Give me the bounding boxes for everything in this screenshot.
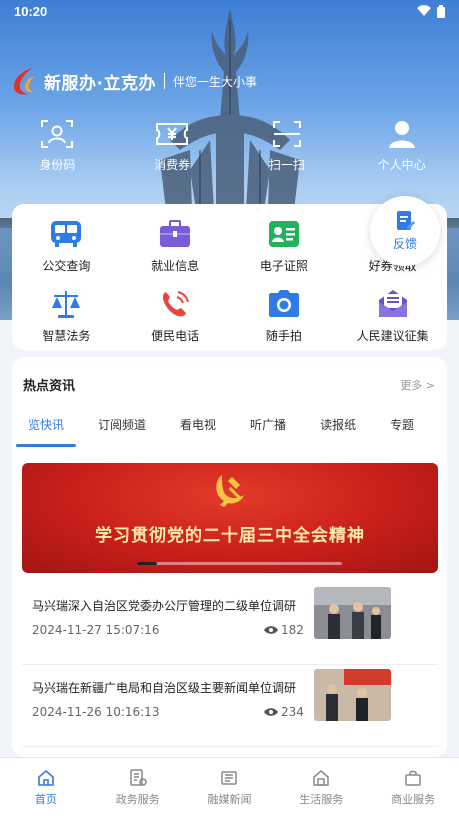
news-headline: 马兴瑞深入自治区党委办公厅管理的二级单位调研 <box>32 599 297 613</box>
quick-id-code[interactable]: 身份码 <box>0 118 115 173</box>
news-views: 234 <box>281 705 304 719</box>
service-bus-query[interactable]: 公交查询 <box>12 210 121 280</box>
brand-slogan: 伴您一生大小事 <box>172 74 257 89</box>
service-label: 随手拍 <box>265 328 302 343</box>
news-headline: 马兴瑞在新疆广电局和自治区级主要新闻单位调研 <box>32 681 297 695</box>
wifi-icon <box>417 5 431 16</box>
list-item[interactable]: 马兴瑞在新疆广电局和自治区级主要新闻单位调研 2024-11-26 10:16:… <box>22 665 438 747</box>
quick-label: 身份码 <box>39 158 76 172</box>
feedback-button[interactable]: 反馈 <box>370 196 440 266</box>
news-section: 热点资讯 更多 > 览快讯 订阅频道 看电视 听广播 读报纸 专题 学习贯彻党的… <box>12 357 447 757</box>
brand-title: 新服办·立克办 <box>44 73 156 94</box>
nav-life-service[interactable]: 生活服务 <box>275 758 367 817</box>
carousel-indicator <box>137 562 342 565</box>
briefcase-icon <box>160 219 191 247</box>
nav-label: 商业服务 <box>391 792 436 806</box>
sculpture-image <box>140 8 320 230</box>
mail-icon <box>378 289 407 317</box>
tab-tv[interactable]: 看电视 <box>180 416 216 447</box>
brand-logo-icon <box>13 68 35 95</box>
service-legal[interactable]: 智慧法务 <box>12 280 121 350</box>
news-views: 182 <box>281 623 304 637</box>
coupon-icon <box>156 123 189 145</box>
nav-gov-service[interactable]: 政务服务 <box>92 758 184 817</box>
news-title: 热点资讯 <box>23 379 76 394</box>
party-emblem-icon <box>216 475 244 507</box>
brand: 新服办·立克办 伴您一生大小事 <box>10 66 257 96</box>
service-suggestions[interactable]: 人民建议征集 <box>338 280 447 350</box>
service-label: 电子证照 <box>259 258 308 273</box>
service-snapshot[interactable]: 随手拍 <box>230 280 339 350</box>
quick-scan[interactable]: 扫一扫 <box>230 118 345 173</box>
feedback-label: 反馈 <box>392 237 417 251</box>
phone-icon <box>163 290 190 316</box>
service-hotline[interactable]: 便民电话 <box>121 280 230 350</box>
camera-icon <box>268 289 299 317</box>
service-label: 就业信息 <box>151 258 200 273</box>
list-item[interactable]: 马兴瑞深入自治区党委办公厅管理的二级单位调研 2024-11-27 15:07:… <box>22 583 438 665</box>
nav-business-service[interactable]: 商业服务 <box>367 758 459 817</box>
nav-media-news[interactable]: 融媒新闻 <box>184 758 276 817</box>
bottom-nav: 首页 政务服务 融媒新闻 生活服务 商业服务 <box>0 757 459 817</box>
tab-newspaper[interactable]: 读报纸 <box>320 416 356 447</box>
news-thumbnail <box>314 669 391 721</box>
status-time: 10:20 <box>14 3 48 19</box>
service-label: 人民建议征集 <box>356 328 429 343</box>
promo-banner[interactable]: 学习贯彻党的二十届三中全会精神 <box>22 463 438 573</box>
tab-subscribe[interactable]: 订阅频道 <box>98 416 146 447</box>
news-date: 2024-11-27 15:07:16 <box>32 623 160 637</box>
nav-home[interactable]: 首页 <box>0 758 92 817</box>
quick-label: 扫一扫 <box>268 158 305 172</box>
service-e-license[interactable]: 电子证照 <box>230 210 339 280</box>
user-icon <box>388 121 415 148</box>
service-label: 公交查询 <box>42 258 91 273</box>
news-icon <box>221 770 238 785</box>
nav-label: 首页 <box>34 792 57 806</box>
service-employment[interactable]: 就业信息 <box>121 210 230 280</box>
id-card-icon <box>268 220 299 247</box>
tab-special[interactable]: 专题 <box>390 416 414 447</box>
quick-label: 个人中心 <box>377 158 426 172</box>
gov-service-icon <box>129 768 147 786</box>
home-icon <box>38 769 54 786</box>
id-code-icon <box>41 120 74 148</box>
nav-label: 生活服务 <box>299 792 344 806</box>
nav-label: 融媒新闻 <box>207 792 252 806</box>
quick-label: 消费券 <box>154 158 191 172</box>
edit-note-icon <box>397 211 415 230</box>
news-more-link[interactable]: 更多 > <box>400 377 435 393</box>
shopping-bag-icon <box>405 770 421 786</box>
scan-icon <box>272 121 301 147</box>
eye-icon <box>264 708 278 716</box>
battery-icon <box>437 4 445 18</box>
bus-icon <box>51 220 82 247</box>
news-date: 2024-11-26 10:16:13 <box>32 705 160 719</box>
quick-user-center[interactable]: 个人中心 <box>344 118 459 173</box>
quick-actions: 身份码 消费券 扫一扫 个人中心 <box>0 118 459 173</box>
news-thumbnail <box>314 587 391 639</box>
tab-flash-news[interactable]: 览快讯 <box>15 416 77 447</box>
quick-coupon[interactable]: 消费券 <box>115 118 230 173</box>
tab-radio[interactable]: 听广播 <box>250 416 286 447</box>
service-label: 便民电话 <box>151 328 200 343</box>
status-bar: 10:20 <box>0 0 459 22</box>
service-label: 智慧法务 <box>42 328 91 343</box>
news-tabs: 览快讯 订阅频道 看电视 听广播 读报纸 专题 <box>12 416 447 447</box>
life-service-icon <box>313 769 330 786</box>
banner-text: 学习贯彻党的二十届三中全会精神 <box>95 526 365 546</box>
nav-label: 政务服务 <box>115 792 160 806</box>
scales-icon <box>52 290 81 318</box>
eye-icon <box>264 626 278 634</box>
